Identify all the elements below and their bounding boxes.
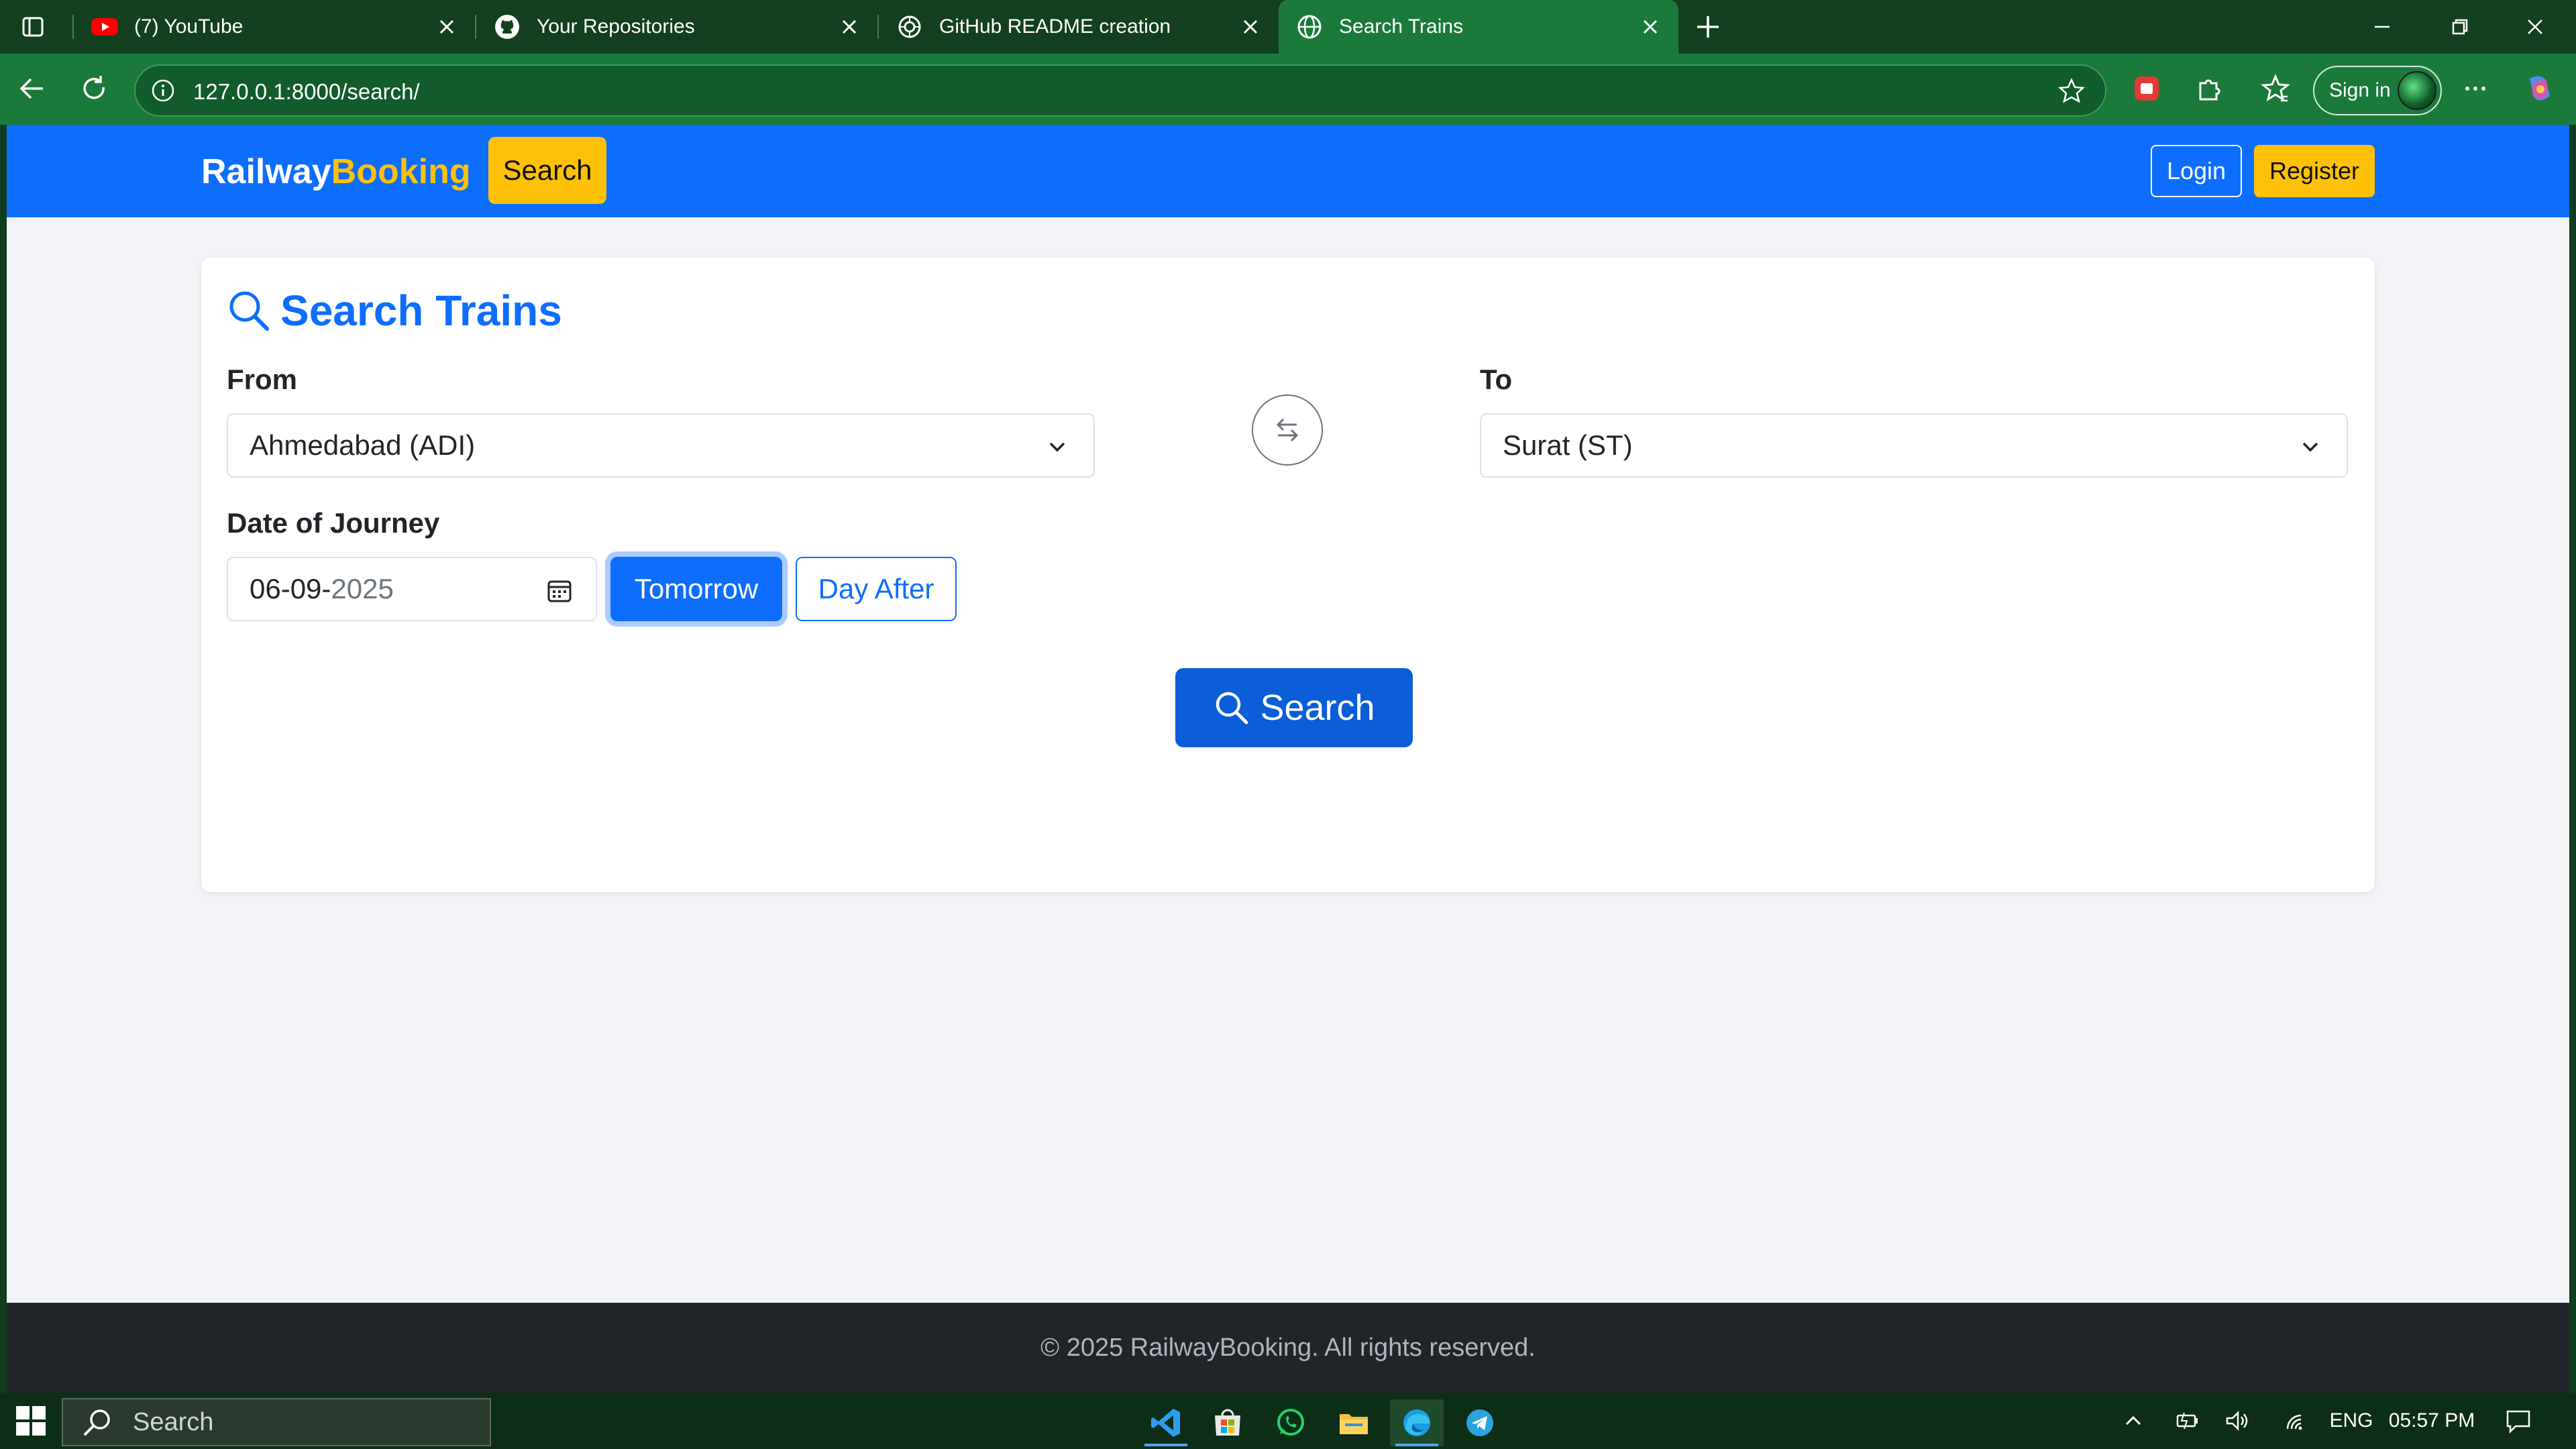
new-tab-button[interactable] xyxy=(1690,9,1725,44)
youtube-icon xyxy=(91,13,118,40)
restore-icon[interactable] xyxy=(2436,9,2483,44)
browser-tab-strip: (7) YouTube Your Repositories GitHub REA… xyxy=(0,0,2576,54)
tomorrow-button[interactable]: Tomorrow xyxy=(610,557,782,621)
sign-in-label: Sign in xyxy=(2329,79,2391,101)
tab-github-readme[interactable]: GitHub README creation xyxy=(879,0,1279,54)
web-page: RailwayBooking Search Login Register Sea… xyxy=(7,125,2569,1393)
brand-part-2: Booking xyxy=(331,152,471,191)
copilot-icon[interactable] xyxy=(2520,68,2560,109)
nav-search-link[interactable]: Search xyxy=(488,137,606,204)
refresh-icon[interactable] xyxy=(74,68,114,109)
more-options-icon[interactable] xyxy=(2455,68,2496,109)
page-title: Search Trains xyxy=(227,286,562,335)
file-explorer-taskbar-icon[interactable] xyxy=(1327,1399,1381,1446)
language-indicator[interactable]: ENG xyxy=(2326,1405,2376,1437)
to-station-value: Surat (ST) xyxy=(1503,429,1633,461)
from-label: From xyxy=(227,364,297,395)
notifications-icon[interactable] xyxy=(2498,1405,2538,1437)
brand-logo[interactable]: RailwayBooking xyxy=(201,152,471,192)
close-tab-icon[interactable] xyxy=(1237,13,1264,40)
search-card: Search Trains From Ahmedabad (ADI) To Su… xyxy=(201,258,2375,892)
profile-avatar xyxy=(2398,71,2436,110)
minimize-icon[interactable] xyxy=(2359,9,2406,44)
tab-actions-icon[interactable] xyxy=(16,12,50,42)
back-arrow-icon[interactable] xyxy=(12,68,52,109)
address-bar[interactable]: 127.0.0.1:8000/search/ xyxy=(134,64,2106,117)
wifi-icon[interactable] xyxy=(2275,1405,2316,1437)
swap-arrows-icon xyxy=(1276,418,1299,442)
to-label: To xyxy=(1480,364,1513,395)
site-navbar: RailwayBooking Search Login Register xyxy=(7,125,2569,217)
day-after-button[interactable]: Day After xyxy=(796,557,957,621)
chevron-down-icon xyxy=(1049,442,1065,452)
footer-copyright: © 2025 RailwayBooking. All rights reserv… xyxy=(1040,1333,1536,1362)
brand-part-1: Railway xyxy=(201,152,331,191)
site-footer: © 2025 RailwayBooking. All rights reserv… xyxy=(7,1303,2569,1393)
close-tab-icon[interactable] xyxy=(433,13,460,40)
search-button-label: Search xyxy=(1260,688,1375,728)
close-tab-icon[interactable] xyxy=(1637,13,1664,40)
telegram-taskbar-icon[interactable] xyxy=(1453,1399,1507,1446)
date-day-month: 06-09- xyxy=(250,573,331,604)
github-icon xyxy=(494,13,521,40)
favorites-icon[interactable] xyxy=(2255,68,2296,109)
journey-date-input[interactable]: 06-09- 2025 xyxy=(227,557,597,621)
tab-title: Your Repositories xyxy=(537,15,695,38)
url-text[interactable]: 127.0.0.1:8000/search/ xyxy=(193,79,420,105)
to-station-select[interactable]: Surat (ST) xyxy=(1480,413,2348,478)
search-icon xyxy=(229,291,269,331)
register-button[interactable]: Register xyxy=(2254,145,2375,197)
swap-stations-button[interactable] xyxy=(1252,394,1323,466)
chatgpt-icon xyxy=(896,13,923,40)
volume-icon[interactable] xyxy=(2218,1405,2258,1437)
from-station-select[interactable]: Ahmedabad (ADI) xyxy=(227,413,1095,478)
whatsapp-taskbar-icon[interactable] xyxy=(1264,1399,1318,1446)
close-window-icon[interactable] xyxy=(2512,9,2559,44)
system-clock[interactable]: 05:57 PM xyxy=(2388,1405,2475,1437)
taskbar-search-placeholder: Search xyxy=(133,1407,214,1436)
site-info-icon[interactable] xyxy=(148,75,178,106)
globe-icon xyxy=(1296,13,1323,40)
tab-youtube[interactable]: (7) YouTube xyxy=(74,0,475,54)
date-label: Date of Journey xyxy=(227,507,440,539)
show-hidden-icons-chevron-icon[interactable] xyxy=(2113,1405,2153,1437)
search-trains-button[interactable]: Search xyxy=(1175,668,1413,747)
calendar-icon[interactable] xyxy=(546,577,573,604)
login-button[interactable]: Login xyxy=(2151,145,2242,197)
extensions-puzzle-icon[interactable] xyxy=(2188,68,2229,109)
close-tab-icon[interactable] xyxy=(836,13,863,40)
chevron-down-icon xyxy=(2302,442,2318,452)
microsoft-store-taskbar-icon[interactable] xyxy=(1201,1399,1254,1446)
battery-icon[interactable] xyxy=(2167,1405,2207,1437)
windows-start-icon[interactable] xyxy=(13,1403,48,1438)
page-title-text: Search Trains xyxy=(280,286,562,335)
edge-taskbar-icon[interactable] xyxy=(1390,1399,1444,1446)
taskbar-search-box[interactable]: Search xyxy=(62,1398,491,1446)
bookmark-star-icon[interactable] xyxy=(2055,75,2088,107)
vscode-taskbar-icon[interactable] xyxy=(1139,1399,1193,1446)
windows-taskbar: Search ENG 05:57 PM xyxy=(0,1393,2576,1449)
extension-red-icon[interactable] xyxy=(2127,68,2167,109)
tab-title: GitHub README creation xyxy=(939,15,1171,38)
from-station-value: Ahmedabad (ADI) xyxy=(250,429,476,461)
tab-title: Search Trains xyxy=(1339,15,1464,38)
sign-in-button[interactable]: Sign in xyxy=(2313,66,2442,115)
tab-search-trains[interactable]: Search Trains xyxy=(1279,0,1678,54)
date-year: 2025 xyxy=(331,573,394,604)
tab-repositories[interactable]: Your Repositories xyxy=(476,0,877,54)
search-icon xyxy=(84,1409,110,1436)
search-icon xyxy=(1216,692,1248,724)
tab-title: (7) YouTube xyxy=(134,15,244,38)
